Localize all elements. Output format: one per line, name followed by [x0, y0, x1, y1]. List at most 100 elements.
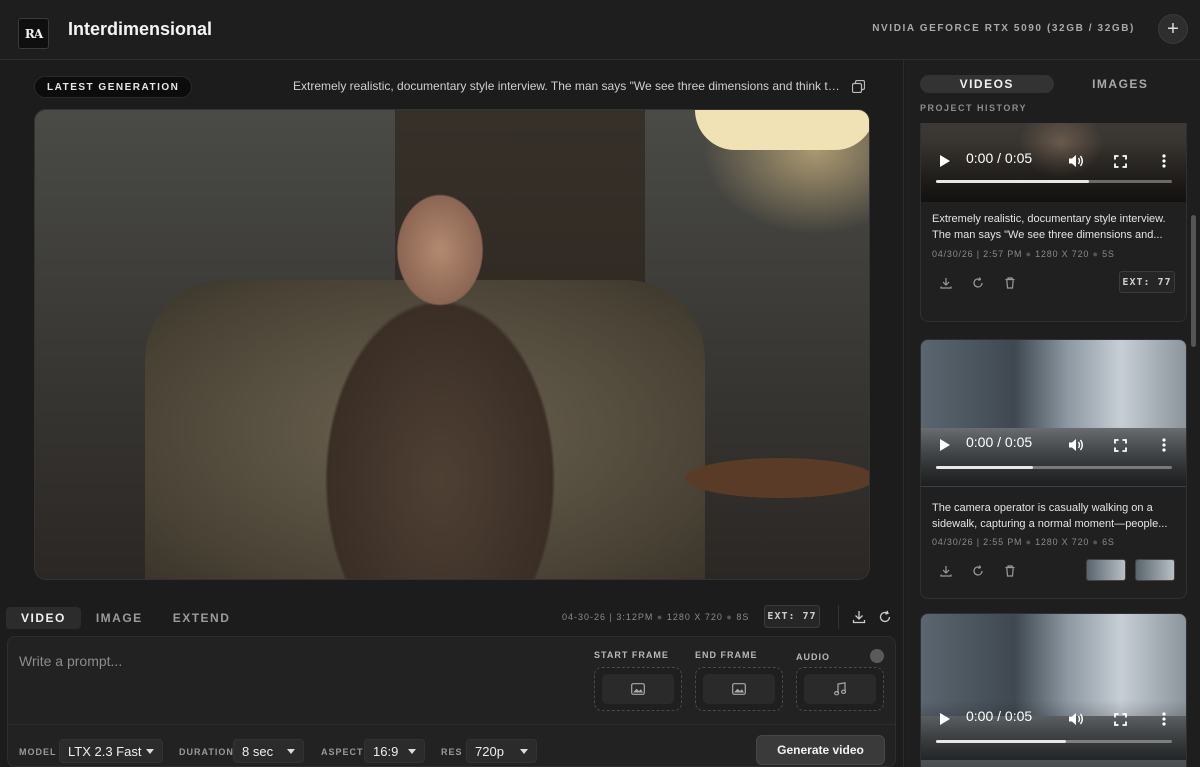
- image-icon: [631, 683, 645, 695]
- more-options-icon[interactable]: [1162, 712, 1166, 726]
- model-label: MODEL: [19, 747, 57, 757]
- trash-icon[interactable]: [1003, 276, 1017, 290]
- start-frame-thumbnail[interactable]: [1086, 559, 1126, 581]
- card-description-line: sidewalk, capturing a normal moment—peop…: [932, 518, 1168, 530]
- res-value: 720p: [475, 743, 504, 759]
- history-card[interactable]: 0:00 / 0:05: [920, 613, 1187, 767]
- end-frame-slot: [703, 674, 775, 704]
- lamp-shade: [695, 110, 869, 150]
- end-frame-label: END FRAME: [695, 650, 758, 660]
- latest-prompt-preview: Extremely realistic, documentary style i…: [293, 79, 841, 93]
- video-thumbnail[interactable]: 0:00 / 0:05: [921, 340, 1186, 487]
- card-description-line: Extremely realistic, documentary style i…: [932, 213, 1166, 225]
- meta-separator: ●: [1025, 537, 1036, 547]
- regenerate-icon[interactable]: [971, 276, 985, 290]
- audio-toggle[interactable]: [870, 649, 884, 663]
- extend-button[interactable]: EXT: 77: [764, 605, 820, 628]
- download-icon[interactable]: [939, 564, 953, 578]
- fullscreen-icon[interactable]: [1114, 713, 1127, 726]
- play-icon[interactable]: [940, 713, 950, 725]
- latest-generation-preview[interactable]: [34, 109, 870, 580]
- card-meta: 04/30/26 | 2:55 PM ● 1280 X 720 ● 6S: [932, 537, 1115, 547]
- play-icon[interactable]: [940, 155, 950, 167]
- mode-tabs: VIDEO IMAGE EXTEND: [6, 607, 245, 629]
- video-controls: 0:00 / 0:05: [921, 426, 1186, 486]
- video-thumbnail[interactable]: 0:00 / 0:05: [921, 123, 1186, 202]
- video-time: 0:00 / 0:05: [966, 150, 1033, 166]
- video-progress-fill: [936, 740, 1066, 743]
- card-description: The camera operator is casually walking …: [932, 500, 1177, 532]
- video-thumbnail[interactable]: 0:00 / 0:05: [921, 614, 1186, 767]
- trash-icon[interactable]: [1003, 564, 1017, 578]
- app-logo: RA: [18, 18, 49, 49]
- media-tabs: VIDEOS IMAGES: [920, 75, 1187, 93]
- start-frame-dropzone[interactable]: [594, 667, 682, 711]
- volume-icon[interactable]: [1068, 438, 1084, 452]
- tab-video[interactable]: VIDEO: [6, 607, 81, 629]
- video-controls: 0:00 / 0:05: [921, 142, 1186, 202]
- generation-duration: 8S: [736, 612, 750, 622]
- meta-separator: ●: [1092, 249, 1103, 259]
- latest-generation-badge: LATEST GENERATION: [34, 76, 193, 98]
- fullscreen-icon[interactable]: [1114, 155, 1127, 168]
- generate-video-button[interactable]: Generate video: [756, 735, 885, 765]
- generation-date: 04-30-26 | 3:12PM: [562, 612, 654, 622]
- gpu-status-label: NVIDIA GEFORCE RTX 5090 (32GB / 32GB): [872, 23, 1135, 34]
- side-table: [685, 458, 869, 498]
- download-icon[interactable]: [852, 610, 866, 624]
- card-resolution: 1280 X 720: [1035, 537, 1090, 547]
- history-sidebar: VIDEOS IMAGES PROJECT HISTORY 0:00 / 0:0…: [905, 60, 1200, 767]
- card-meta: 04/30/26 | 2:57 PM ● 1280 X 720 ● 5S: [932, 249, 1115, 259]
- video-progress-bar[interactable]: [936, 740, 1172, 743]
- prompt-input[interactable]: [19, 649, 579, 673]
- audio-dropzone[interactable]: [796, 667, 884, 711]
- model-value: LTX 2.3 Fast: [68, 743, 142, 759]
- start-frame-label: START FRAME: [594, 650, 669, 660]
- video-progress-fill: [936, 180, 1090, 183]
- tab-videos[interactable]: VIDEOS: [920, 75, 1054, 93]
- card-description: Extremely realistic, documentary style i…: [932, 211, 1177, 243]
- chevron-down-icon: [287, 748, 295, 754]
- duration-select[interactable]: 8 sec: [233, 739, 304, 763]
- panel-divider: [8, 724, 895, 725]
- meta-separator: ●: [656, 612, 667, 622]
- plus-icon: +: [1167, 18, 1179, 40]
- more-options-icon[interactable]: [1162, 438, 1166, 452]
- video-progress-bar[interactable]: [936, 466, 1172, 469]
- app-title: Interdimensional: [68, 19, 213, 39]
- regenerate-icon[interactable]: [971, 564, 985, 578]
- tab-images[interactable]: IMAGES: [1054, 75, 1188, 93]
- more-options-icon[interactable]: [1162, 154, 1166, 168]
- download-icon[interactable]: [939, 276, 953, 290]
- regenerate-icon[interactable]: [878, 610, 892, 624]
- generation-resolution: 1280 X 720: [666, 612, 723, 622]
- card-description-line: The man says "We see three dimensions an…: [932, 229, 1163, 241]
- generation-meta: 04-30-26 | 3:12PM ● 1280 X 720 ● 8S: [562, 612, 749, 622]
- sidebar-scrollbar[interactable]: [1191, 215, 1196, 347]
- new-project-button[interactable]: +: [1158, 14, 1188, 44]
- fullscreen-icon[interactable]: [1114, 439, 1127, 452]
- res-select[interactable]: 720p: [466, 739, 537, 763]
- play-icon[interactable]: [940, 439, 950, 451]
- video-controls: 0:00 / 0:05: [921, 700, 1186, 760]
- interview-subject: [280, 150, 600, 579]
- end-frame-thumbnail[interactable]: [1135, 559, 1175, 581]
- aspect-select[interactable]: 16:9: [364, 739, 425, 763]
- card-date: 04/30/26 | 2:57 PM: [932, 249, 1023, 259]
- video-progress-bar[interactable]: [936, 180, 1172, 183]
- tab-image[interactable]: IMAGE: [81, 607, 158, 629]
- model-select[interactable]: LTX 2.3 Fast: [59, 739, 163, 763]
- video-progress-fill: [936, 466, 1033, 469]
- history-card[interactable]: 0:00 / 0:05 The camera operator is casua…: [920, 339, 1187, 599]
- volume-icon[interactable]: [1068, 712, 1084, 726]
- tab-extend[interactable]: EXTEND: [158, 607, 246, 629]
- end-frame-dropzone[interactable]: [695, 667, 783, 711]
- history-card[interactable]: 0:00 / 0:05 Extremely realistic, documen…: [920, 123, 1187, 322]
- video-time: 0:00 / 0:05: [966, 708, 1033, 724]
- chevron-down-icon: [408, 748, 416, 754]
- volume-icon[interactable]: [1068, 154, 1084, 168]
- meta-separator: ●: [726, 612, 737, 622]
- copy-icon[interactable]: [852, 80, 865, 93]
- card-duration: 5S: [1102, 249, 1115, 259]
- extend-button[interactable]: EXT: 77: [1119, 271, 1175, 293]
